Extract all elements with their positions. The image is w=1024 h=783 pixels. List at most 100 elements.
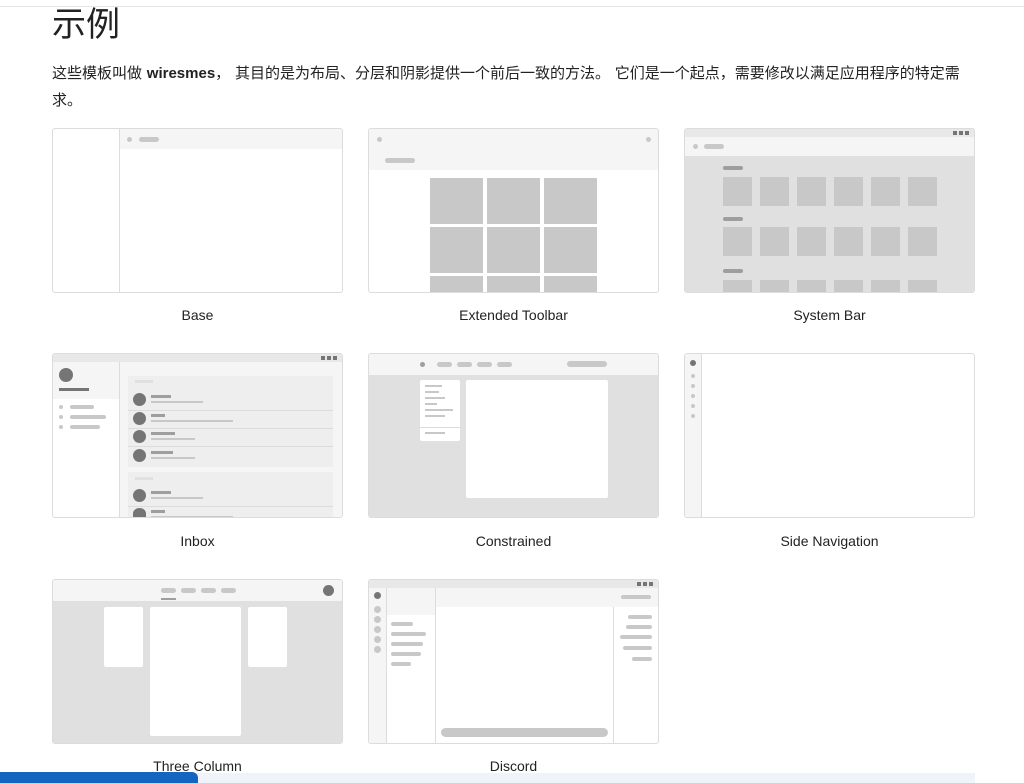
template-card-discord[interactable] <box>368 579 659 744</box>
template-card-side-navigation[interactable] <box>684 353 975 518</box>
wire-tile <box>760 227 789 256</box>
wire-tile <box>871 177 900 206</box>
wire-tile <box>544 227 597 273</box>
wire-tile <box>723 227 752 256</box>
wire-row-subtitle <box>151 420 233 422</box>
wire-dot <box>691 374 695 378</box>
template-label-inbox[interactable]: Inbox <box>52 533 343 549</box>
wire-toolbar <box>369 129 658 170</box>
wire-tab <box>477 362 492 367</box>
wire-nav-item <box>425 409 453 411</box>
wire-server-icon <box>374 636 381 643</box>
wire-tile <box>487 276 540 292</box>
wire-avatar <box>374 592 381 599</box>
wire-divider <box>128 428 333 429</box>
wire-row-title <box>151 395 171 398</box>
wire-tile <box>487 178 540 224</box>
wire-channel-item <box>391 642 423 646</box>
wire-dot <box>691 384 695 388</box>
wire-section-label <box>723 166 743 170</box>
wire-row-title <box>151 414 165 417</box>
wire-title-bar <box>704 144 724 149</box>
intro-keyword: wiresmes <box>146 65 216 82</box>
wire-tile <box>430 227 483 273</box>
template-label-discord[interactable]: Discord <box>368 758 659 774</box>
wire-dot <box>59 405 63 409</box>
wire-nav-item <box>425 432 445 434</box>
wire-right-column <box>248 607 287 667</box>
wire-dot <box>646 137 651 142</box>
wire-profile-name <box>59 388 89 391</box>
wire-status-icon <box>643 582 647 586</box>
wire-avatar <box>133 489 146 502</box>
wire-status-icon <box>959 131 963 135</box>
wire-avatar <box>133 508 146 517</box>
wire-dot <box>420 362 425 367</box>
wire-dot <box>377 137 382 142</box>
wire-row-title <box>151 451 173 454</box>
wire-dot <box>691 414 695 418</box>
wire-tile <box>760 280 789 292</box>
template-label-side-navigation[interactable]: Side Navigation <box>684 533 975 549</box>
template-card-system-bar[interactable] <box>684 128 975 293</box>
bottom-chip[interactable] <box>0 772 198 783</box>
wire-tile <box>430 276 483 292</box>
wire-tile <box>908 280 937 292</box>
wire-status-icon <box>953 131 957 135</box>
wire-status-icon <box>637 582 641 586</box>
template-label-system-bar[interactable]: System Bar <box>684 307 975 323</box>
template-card-inbox[interactable] <box>52 353 343 518</box>
wire-tile <box>430 178 483 224</box>
wire-divider <box>119 129 120 292</box>
wire-tile <box>544 178 597 224</box>
wire-dot <box>127 137 132 142</box>
wire-tile <box>834 280 863 292</box>
wire-nav-item <box>425 415 445 417</box>
wire-avatar <box>133 430 146 443</box>
intro-paragraph: 这些模板叫做 wiresmes， 其目的是为布局、分层和阴影提供一个前后一致的方… <box>52 60 982 113</box>
wire-tab <box>181 588 196 593</box>
wire-nav-item <box>425 403 437 405</box>
wire-channel-item <box>391 662 411 666</box>
wire-tile <box>797 227 826 256</box>
wire-title-bar <box>139 137 159 142</box>
wire-toolbar <box>369 354 658 375</box>
wire-title-bar <box>385 158 415 163</box>
wire-tab <box>161 588 176 593</box>
wire-row-title <box>151 510 165 513</box>
wire-status-icon <box>321 356 325 360</box>
template-card-three-column[interactable] <box>52 579 343 744</box>
template-card-extended-toolbar[interactable] <box>368 128 659 293</box>
wire-row-subtitle <box>151 457 195 459</box>
wire-section-label <box>723 269 743 273</box>
wire-server-icon <box>374 606 381 613</box>
template-label-extended-toolbar[interactable]: Extended Toolbar <box>368 307 659 323</box>
wire-divider <box>128 410 333 411</box>
wire-nav-item <box>70 405 94 409</box>
wire-tab <box>457 362 472 367</box>
wire-nav-item <box>425 397 445 399</box>
template-label-constrained[interactable]: Constrained <box>368 533 659 549</box>
wire-dot <box>691 394 695 398</box>
wire-channel-item <box>391 632 426 636</box>
wire-header-action <box>621 595 651 599</box>
wire-tile <box>871 280 900 292</box>
wire-toolbar <box>53 580 342 601</box>
wire-divider <box>435 588 436 743</box>
wire-avatar <box>133 393 146 406</box>
page-title: 示例 <box>52 5 120 45</box>
wire-avatar <box>133 412 146 425</box>
wire-tile <box>908 227 937 256</box>
wire-row-title <box>151 432 175 435</box>
wire-tab <box>437 362 452 367</box>
template-card-constrained[interactable] <box>368 353 659 518</box>
template-label-base[interactable]: Base <box>52 307 343 323</box>
wire-row-subtitle <box>151 438 195 440</box>
wire-section-label <box>723 217 743 221</box>
wire-tile <box>834 227 863 256</box>
wire-row-subtitle <box>151 516 233 517</box>
wire-message-input <box>441 728 608 737</box>
template-card-base[interactable] <box>52 128 343 293</box>
wire-tile <box>723 280 752 292</box>
wire-divider <box>701 354 702 517</box>
